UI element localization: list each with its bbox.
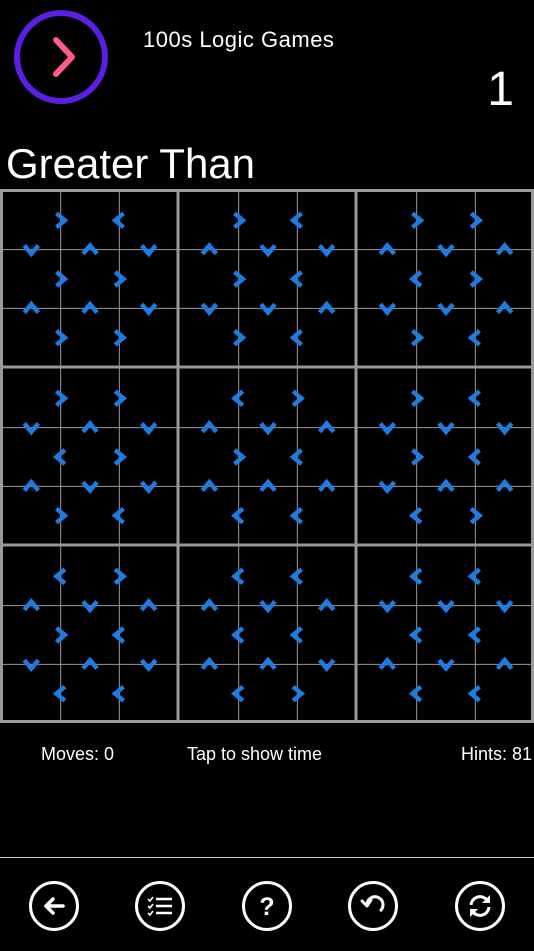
chevron-right-icon [53, 37, 75, 77]
svg-text:?: ? [259, 893, 274, 921]
help-icon: ? [259, 893, 274, 921]
bottom-toolbar: ? [0, 857, 534, 951]
puzzle-board[interactable] [0, 189, 534, 723]
moves-counter: Moves: 0 [41, 744, 115, 764]
back-button[interactable] [29, 881, 79, 931]
level-number: 1 [487, 63, 514, 116]
hints-counter[interactable]: Hints: 81 [461, 744, 532, 765]
undo-icon [360, 895, 385, 913]
refresh-button[interactable] [455, 881, 505, 931]
list-icon [147, 896, 172, 917]
help-button[interactable]: ? [242, 881, 292, 931]
show-time-button[interactable]: Tap to show time [187, 744, 322, 765]
menu-list-button[interactable] [135, 881, 185, 931]
puzzle-grid[interactable] [0, 189, 534, 723]
undo-button[interactable] [348, 881, 398, 931]
back-arrow-icon [44, 897, 65, 915]
puzzle-title: Greater Than [6, 140, 256, 187]
app-logo[interactable] [14, 10, 108, 104]
refresh-icon [469, 895, 491, 917]
app-name: 100s Logic Games [143, 27, 335, 52]
